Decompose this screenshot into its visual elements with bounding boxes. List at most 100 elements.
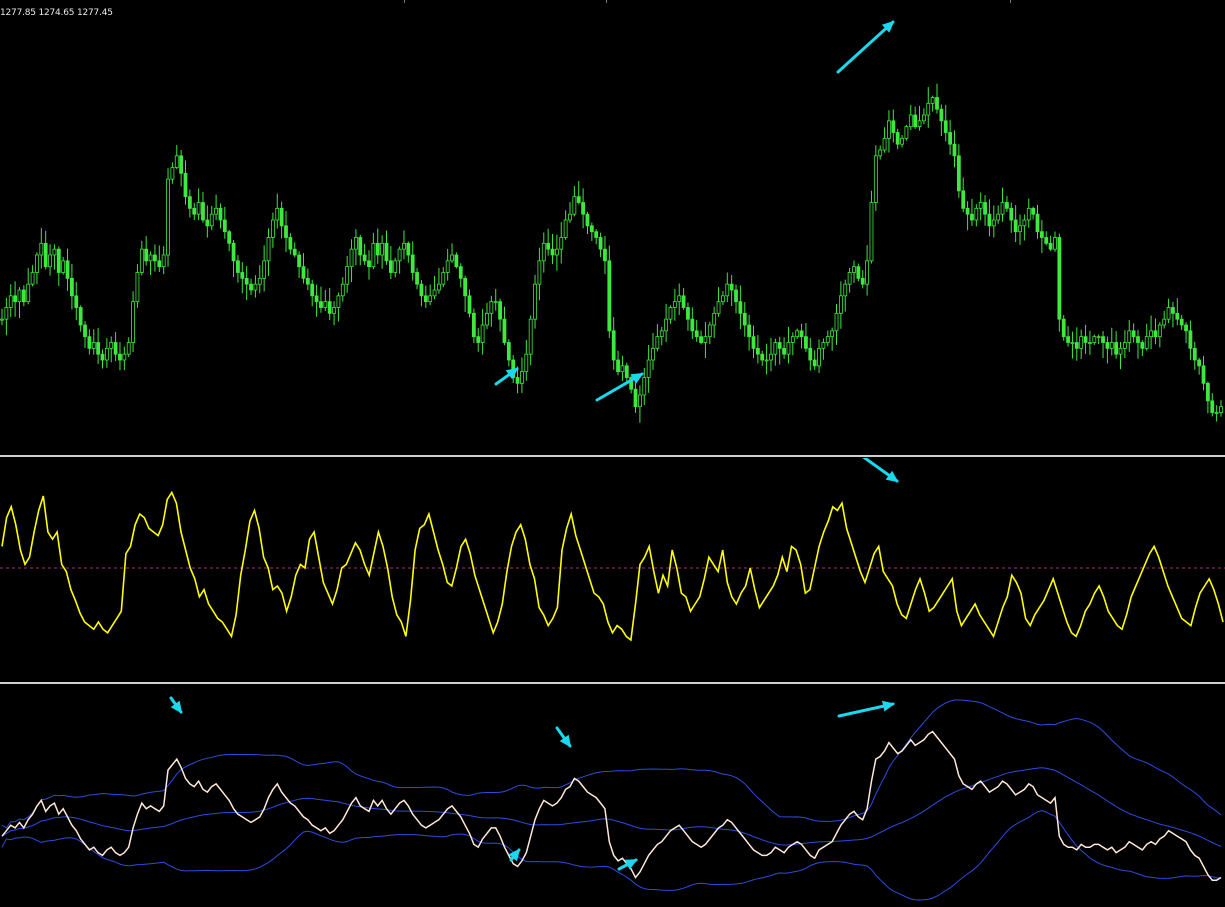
candle-body (1175, 312, 1180, 320)
candle-body (249, 283, 253, 291)
candle-body (607, 260, 612, 332)
candle-body (568, 213, 572, 221)
candle-body (139, 248, 144, 273)
candle-body (520, 371, 524, 384)
candle-body (56, 248, 61, 273)
candle-body (432, 289, 437, 297)
pane-separator[interactable] (0, 455, 1225, 457)
candle-body (371, 242, 376, 268)
candle-body (340, 283, 345, 297)
candle-body (878, 149, 883, 157)
candle-body (812, 359, 817, 367)
candle-body (423, 295, 428, 303)
candle-body (799, 330, 804, 338)
candle-body (480, 324, 485, 343)
oscillator-chart (0, 458, 1225, 642)
candle-body (262, 260, 267, 279)
candle-body (1127, 330, 1132, 343)
close-line (1, 730, 1222, 881)
candle-body (327, 301, 332, 314)
candle-body (585, 213, 590, 227)
candle-body (43, 242, 48, 268)
candle-body (91, 342, 96, 349)
candle-body (817, 347, 821, 367)
candle-body (148, 254, 153, 262)
candle-body (244, 277, 249, 285)
candle-body (751, 336, 756, 349)
candle-body (284, 225, 288, 238)
middle-band-line (1, 767, 1222, 847)
candle-body (603, 248, 607, 262)
candle-body (153, 254, 157, 262)
candle-body (550, 248, 555, 256)
candle-body (948, 132, 953, 145)
candle-body (930, 97, 935, 104)
candle-body (362, 254, 367, 262)
candle-body (734, 289, 738, 303)
pane-separator[interactable] (0, 682, 1225, 684)
candle-body (760, 353, 765, 361)
candle-body (576, 196, 581, 203)
candle-body (1166, 307, 1171, 320)
candle-body (61, 260, 66, 273)
candle-body (345, 266, 350, 285)
candle-body (1157, 324, 1162, 338)
candle-body (1197, 359, 1202, 367)
candle-body (183, 172, 188, 198)
candle-body (100, 353, 105, 361)
candle-body (410, 254, 415, 273)
candle-body (4, 307, 9, 320)
candle-body (275, 207, 280, 221)
candle-body (1109, 342, 1114, 349)
candle-body (437, 283, 441, 291)
candle-body (26, 283, 31, 303)
candle-body (297, 254, 302, 268)
candle-body (157, 260, 162, 268)
candle-body (78, 307, 83, 326)
candle-body (35, 254, 39, 273)
candle-body (655, 336, 660, 349)
candle-body (546, 242, 551, 250)
candle-body (677, 295, 682, 303)
candle-body (384, 242, 389, 262)
candle-body (887, 120, 891, 139)
candle-body (769, 353, 773, 361)
candle-body (65, 260, 70, 279)
candle-body (786, 342, 791, 355)
candle-body (852, 266, 856, 273)
candle-body (939, 108, 944, 122)
candle-body (174, 155, 179, 168)
candle-body (393, 260, 398, 273)
candle-body (686, 307, 690, 320)
candle-body (703, 336, 708, 343)
candle-body (349, 248, 354, 268)
candle-body (515, 377, 520, 384)
bands-pane[interactable] (0, 685, 1225, 907)
candle-body (921, 114, 926, 122)
candle-body (292, 248, 297, 256)
candle-body (699, 336, 703, 343)
candle-body (694, 330, 699, 338)
candle-body (463, 277, 468, 297)
candle-body (506, 342, 511, 361)
price-pane[interactable]: 1277.85 1274.65 1277.45 (0, 0, 1225, 453)
candle-body (388, 260, 393, 273)
candle-body (17, 289, 22, 303)
candle-body (1000, 202, 1005, 215)
candle-body (196, 202, 201, 215)
candle-body (192, 207, 197, 215)
oscillator-pane[interactable] (0, 458, 1225, 680)
candle-body (616, 359, 620, 373)
candle-body (747, 324, 752, 338)
candle-body (332, 307, 336, 314)
candle-body (1214, 412, 1219, 414)
candle-body (428, 295, 433, 303)
candle-body (305, 277, 310, 285)
candle-body (502, 318, 507, 343)
candle-body (825, 336, 830, 343)
candle-body (476, 336, 481, 343)
candle-body (257, 277, 262, 285)
candle-body (869, 202, 874, 262)
candle-body (1044, 237, 1049, 244)
candle-body (1101, 336, 1105, 343)
